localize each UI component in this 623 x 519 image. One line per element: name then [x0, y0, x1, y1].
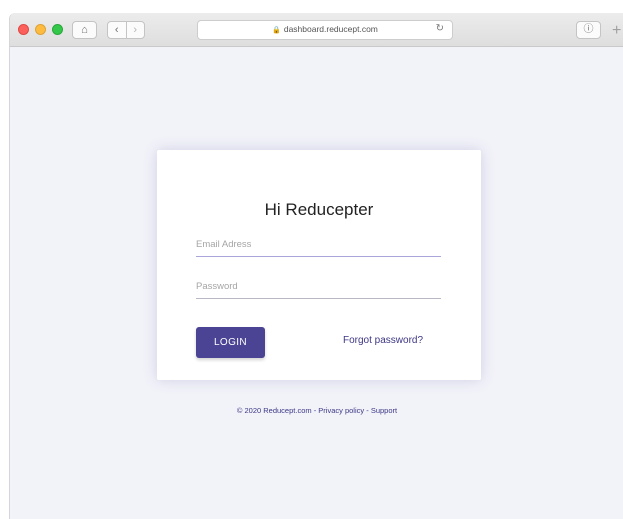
browser-toolbar: ⌂ ‹ › 🔒 dashboard.reducept.com ↻ ⓘ +	[10, 13, 623, 47]
forgot-password-link[interactable]: Forgot password?	[343, 335, 423, 346]
history-nav: ‹ ›	[107, 21, 145, 39]
info-button[interactable]: ⓘ	[576, 21, 601, 39]
password-field-wrapper	[196, 274, 441, 299]
back-button[interactable]: ‹	[108, 23, 126, 36]
info-icon: ⓘ	[583, 24, 594, 35]
chevron-left-icon: ‹	[114, 23, 119, 36]
email-field[interactable]	[196, 232, 441, 256]
url-display: 🔒 dashboard.reducept.com	[198, 24, 452, 34]
footer-separator: -	[364, 406, 371, 415]
browser-window: ⌂ ‹ › 🔒 dashboard.reducept.com ↻ ⓘ + Hi R…	[9, 13, 623, 519]
password-field[interactable]	[196, 274, 441, 298]
close-window-button[interactable]	[18, 24, 29, 35]
page-footer: © 2020 Reducept.com - Privacy policy - S…	[10, 406, 623, 415]
login-button[interactable]: LOGIN	[196, 327, 265, 358]
copyright-text: © 2020 Reducept.com	[236, 406, 312, 415]
email-field-wrapper	[196, 232, 441, 257]
login-title: Hi Reducepter	[264, 200, 374, 219]
chevron-right-icon: ›	[133, 23, 138, 36]
login-card: Hi Reducepter LOGIN Forgot password?	[157, 150, 481, 380]
lock-icon: 🔒	[272, 27, 281, 34]
home-icon: ⌂	[81, 23, 88, 36]
url-text: dashboard.reducept.com	[283, 24, 378, 34]
minimize-window-button[interactable]	[35, 24, 46, 35]
privacy-policy-link[interactable]: Privacy policy	[318, 406, 364, 415]
forward-button[interactable]: ›	[127, 23, 145, 36]
maximize-window-button[interactable]	[52, 24, 63, 35]
plus-icon[interactable]: +	[612, 23, 621, 39]
reload-icon[interactable]: ↻	[436, 23, 444, 34]
address-bar[interactable]: 🔒 dashboard.reducept.com ↻	[197, 20, 453, 40]
home-button[interactable]: ⌂	[72, 21, 97, 39]
support-link[interactable]: Support	[371, 406, 397, 415]
